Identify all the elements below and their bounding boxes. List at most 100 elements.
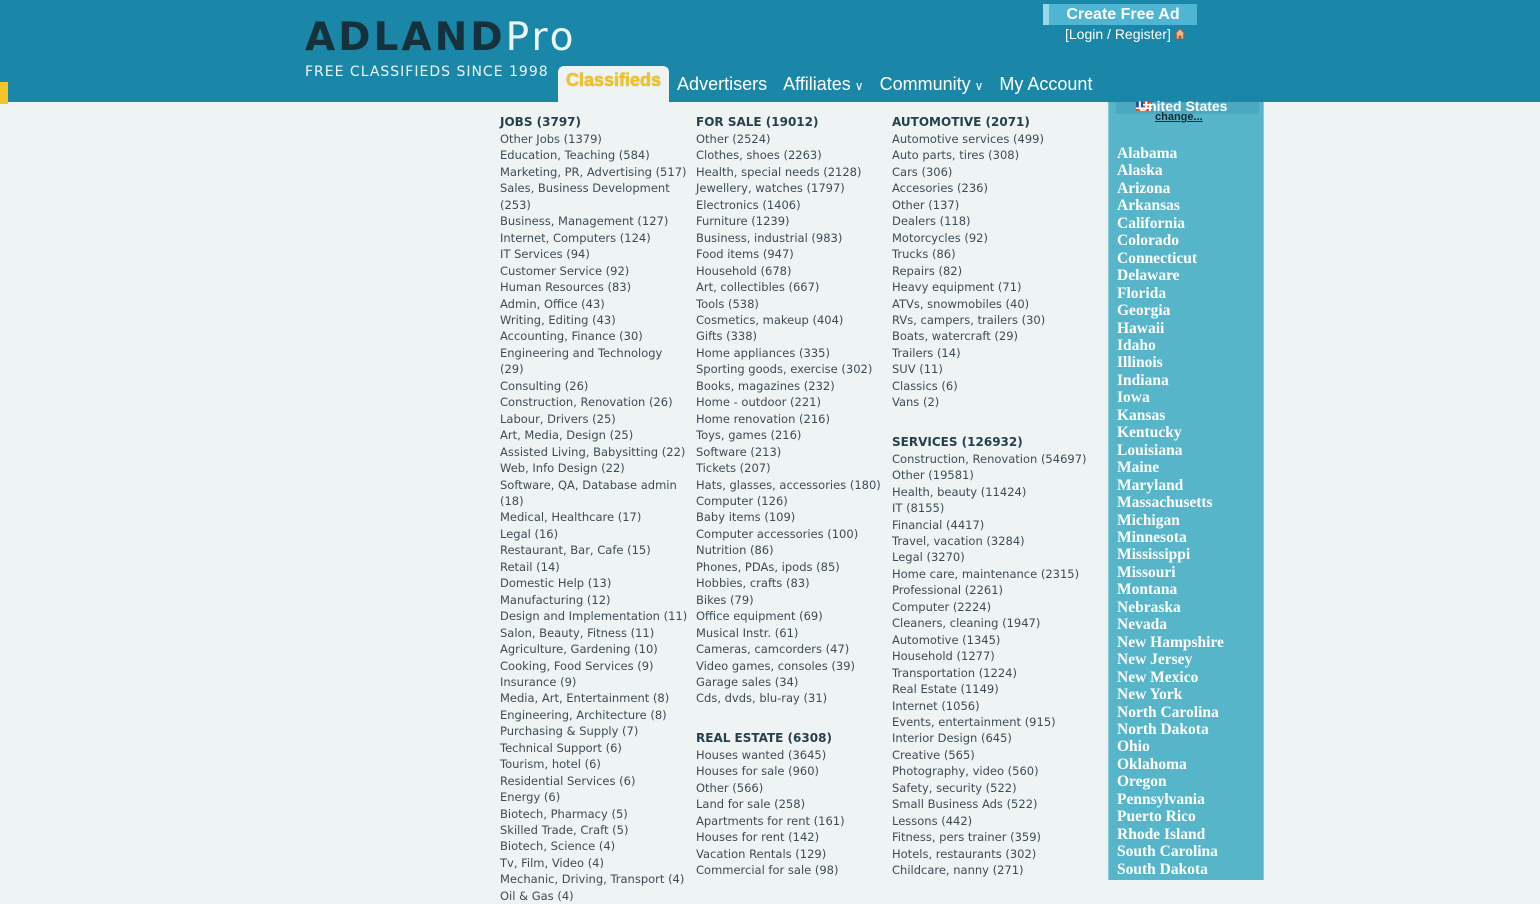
subcategory-link[interactable]: Home renovation (216) <box>696 411 886 427</box>
subcategory-link[interactable]: Labour, Drivers (25) <box>500 411 688 427</box>
subcategory-link[interactable]: Interior Design (645) <box>892 730 1102 746</box>
nav-classifieds[interactable]: Classifieds <box>558 66 670 102</box>
nav-affiliates[interactable]: Affiliates ∨ <box>775 70 872 102</box>
subcategory-link[interactable]: Automotive services (499) <box>892 131 1102 147</box>
login-register-link[interactable]: [Login / Register] <box>1065 25 1186 43</box>
subcategory-link[interactable]: Oil & Gas (4) <box>500 888 688 904</box>
subcategory-link[interactable]: Dealers (118) <box>892 213 1102 229</box>
subcategory-link[interactable]: Heavy equipment (71) <box>892 279 1102 295</box>
subcategory-link[interactable]: Computer accessories (100) <box>696 526 886 542</box>
subcategory-link[interactable]: Photography, video (560) <box>892 763 1102 779</box>
subcategory-link[interactable]: Marketing, PR, Advertising (517) <box>500 164 688 180</box>
state-link-rhode-island[interactable]: Rhode Island <box>1117 826 1224 843</box>
subcategory-link[interactable]: Repairs (82) <box>892 263 1102 279</box>
create-free-ad-button[interactable]: Create Free Ad <box>1043 4 1197 25</box>
subcategory-link[interactable]: Engineering, Architecture (8) <box>500 707 688 723</box>
subcategory-link[interactable]: Human Resources (83) <box>500 279 688 295</box>
subcategory-link[interactable]: Residential Services (6) <box>500 773 688 789</box>
state-link-ohio[interactable]: Ohio <box>1117 738 1224 755</box>
subcategory-link[interactable]: Commercial for sale (98) <box>696 862 886 878</box>
subcategory-link[interactable]: Motorcycles (92) <box>892 230 1102 246</box>
change-country-link[interactable]: change... <box>1155 111 1203 123</box>
subcategory-link[interactable]: Professional (2261) <box>892 582 1102 598</box>
state-link-nevada[interactable]: Nevada <box>1117 616 1224 633</box>
subcategory-link[interactable]: Nutrition (86) <box>696 542 886 558</box>
subcategory-link[interactable]: Agriculture, Gardening (10) <box>500 641 688 657</box>
subcategory-link[interactable]: Vans (2) <box>892 394 1102 410</box>
subcategory-link[interactable]: Writing, Editing (43) <box>500 312 688 328</box>
state-link-idaho[interactable]: Idaho <box>1117 337 1224 354</box>
subcategory-link[interactable]: Web, Info Design (22) <box>500 460 688 476</box>
category-title[interactable]: FOR SALE (19012) <box>696 114 886 131</box>
state-link-new-hampshire[interactable]: New Hampshire <box>1117 634 1224 651</box>
state-link-louisiana[interactable]: Louisiana <box>1117 442 1224 459</box>
state-link-massachusetts[interactable]: Massachusetts <box>1117 494 1224 511</box>
subcategory-link[interactable]: Other (566) <box>696 780 886 796</box>
state-link-michigan[interactable]: Michigan <box>1117 512 1224 529</box>
state-link-delaware[interactable]: Delaware <box>1117 267 1224 284</box>
state-link-alabama[interactable]: Alabama <box>1117 145 1224 162</box>
nav-my-account[interactable]: My Account <box>991 70 1100 102</box>
subcategory-link[interactable]: Skilled Trade, Craft (5) <box>500 822 688 838</box>
state-link-pennsylvania[interactable]: Pennsylvania <box>1117 791 1224 808</box>
state-link-minnesota[interactable]: Minnesota <box>1117 529 1224 546</box>
subcategory-link[interactable]: Insurance (9) <box>500 674 688 690</box>
subcategory-link[interactable]: Video games, consoles (39) <box>696 658 886 674</box>
subcategory-link[interactable]: Salon, Beauty, Fitness (11) <box>500 625 688 641</box>
subcategory-link[interactable]: Classics (6) <box>892 378 1102 394</box>
subcategory-link[interactable]: Electronics (1406) <box>696 197 886 213</box>
subcategory-link[interactable]: Other (19581) <box>892 467 1102 483</box>
subcategory-link[interactable]: Accesories (236) <box>892 180 1102 196</box>
subcategory-link[interactable]: Safety, security (522) <box>892 780 1102 796</box>
state-link-south-carolina[interactable]: South Carolina <box>1117 843 1224 860</box>
subcategory-link[interactable]: Small Business Ads (522) <box>892 796 1102 812</box>
subcategory-link[interactable]: Hobbies, crafts (83) <box>696 575 886 591</box>
state-link-oklahoma[interactable]: Oklahoma <box>1117 756 1224 773</box>
subcategory-link[interactable]: Home care, maintenance (2315) <box>892 566 1102 582</box>
state-link-south-dakota[interactable]: South Dakota <box>1117 861 1224 878</box>
subcategory-link[interactable]: Software (213) <box>696 444 886 460</box>
subcategory-link[interactable]: Trucks (86) <box>892 246 1102 262</box>
subcategory-link[interactable]: Domestic Help (13) <box>500 575 688 591</box>
state-link-oregon[interactable]: Oregon <box>1117 773 1224 790</box>
subcategory-link[interactable]: Sales, Business Development (253) <box>500 180 688 213</box>
subcategory-link[interactable]: Medical, Healthcare (17) <box>500 509 688 525</box>
subcategory-link[interactable]: Musical Instr. (61) <box>696 625 886 641</box>
subcategory-link[interactable]: Tools (538) <box>696 296 886 312</box>
state-link-missouri[interactable]: Missouri <box>1117 564 1224 581</box>
subcategory-link[interactable]: Cleaners, cleaning (1947) <box>892 615 1102 631</box>
subcategory-link[interactable]: Cooking, Food Services (9) <box>500 658 688 674</box>
subcategory-link[interactable]: Internet, Computers (124) <box>500 230 688 246</box>
state-link-arkansas[interactable]: Arkansas <box>1117 197 1224 214</box>
state-link-montana[interactable]: Montana <box>1117 581 1224 598</box>
subcategory-link[interactable]: Land for sale (258) <box>696 796 886 812</box>
subcategory-link[interactable]: Gifts (338) <box>696 328 886 344</box>
subcategory-link[interactable]: Software, QA, Database admin (18) <box>500 477 688 510</box>
subcategory-link[interactable]: Legal (3270) <box>892 549 1102 565</box>
subcategory-link[interactable]: Other Jobs (1379) <box>500 131 688 147</box>
subcategory-link[interactable]: Energy (6) <box>500 789 688 805</box>
subcategory-link[interactable]: Technical Support (6) <box>500 740 688 756</box>
state-link-mississippi[interactable]: Mississippi <box>1117 546 1224 563</box>
state-link-maine[interactable]: Maine <box>1117 459 1224 476</box>
state-link-new-york[interactable]: New York <box>1117 686 1224 703</box>
subcategory-link[interactable]: Accounting, Finance (30) <box>500 328 688 344</box>
subcategory-link[interactable]: Office equipment (69) <box>696 608 886 624</box>
subcategory-link[interactable]: Automotive (1345) <box>892 632 1102 648</box>
subcategory-link[interactable]: Clothes, shoes (2263) <box>696 147 886 163</box>
subcategory-link[interactable]: Business, Management (127) <box>500 213 688 229</box>
nav-advertisers[interactable]: Advertisers <box>669 70 775 102</box>
subcategory-link[interactable]: Health, special needs (2128) <box>696 164 886 180</box>
subcategory-link[interactable]: Construction, Renovation (26) <box>500 394 688 410</box>
subcategory-link[interactable]: Financial (4417) <box>892 517 1102 533</box>
state-link-hawaii[interactable]: Hawaii <box>1117 320 1224 337</box>
subcategory-link[interactable]: Art, collectibles (667) <box>696 279 886 295</box>
nav-community[interactable]: Community ∨ <box>872 70 992 102</box>
subcategory-link[interactable]: Household (678) <box>696 263 886 279</box>
subcategory-link[interactable]: Home appliances (335) <box>696 345 886 361</box>
subcategory-link[interactable]: Houses wanted (3645) <box>696 747 886 763</box>
subcategory-link[interactable]: Hotels, restaurants (302) <box>892 846 1102 862</box>
state-link-connecticut[interactable]: Connecticut <box>1117 250 1224 267</box>
subcategory-link[interactable]: Admin, Office (43) <box>500 296 688 312</box>
subcategory-link[interactable]: Transportation (1224) <box>892 665 1102 681</box>
